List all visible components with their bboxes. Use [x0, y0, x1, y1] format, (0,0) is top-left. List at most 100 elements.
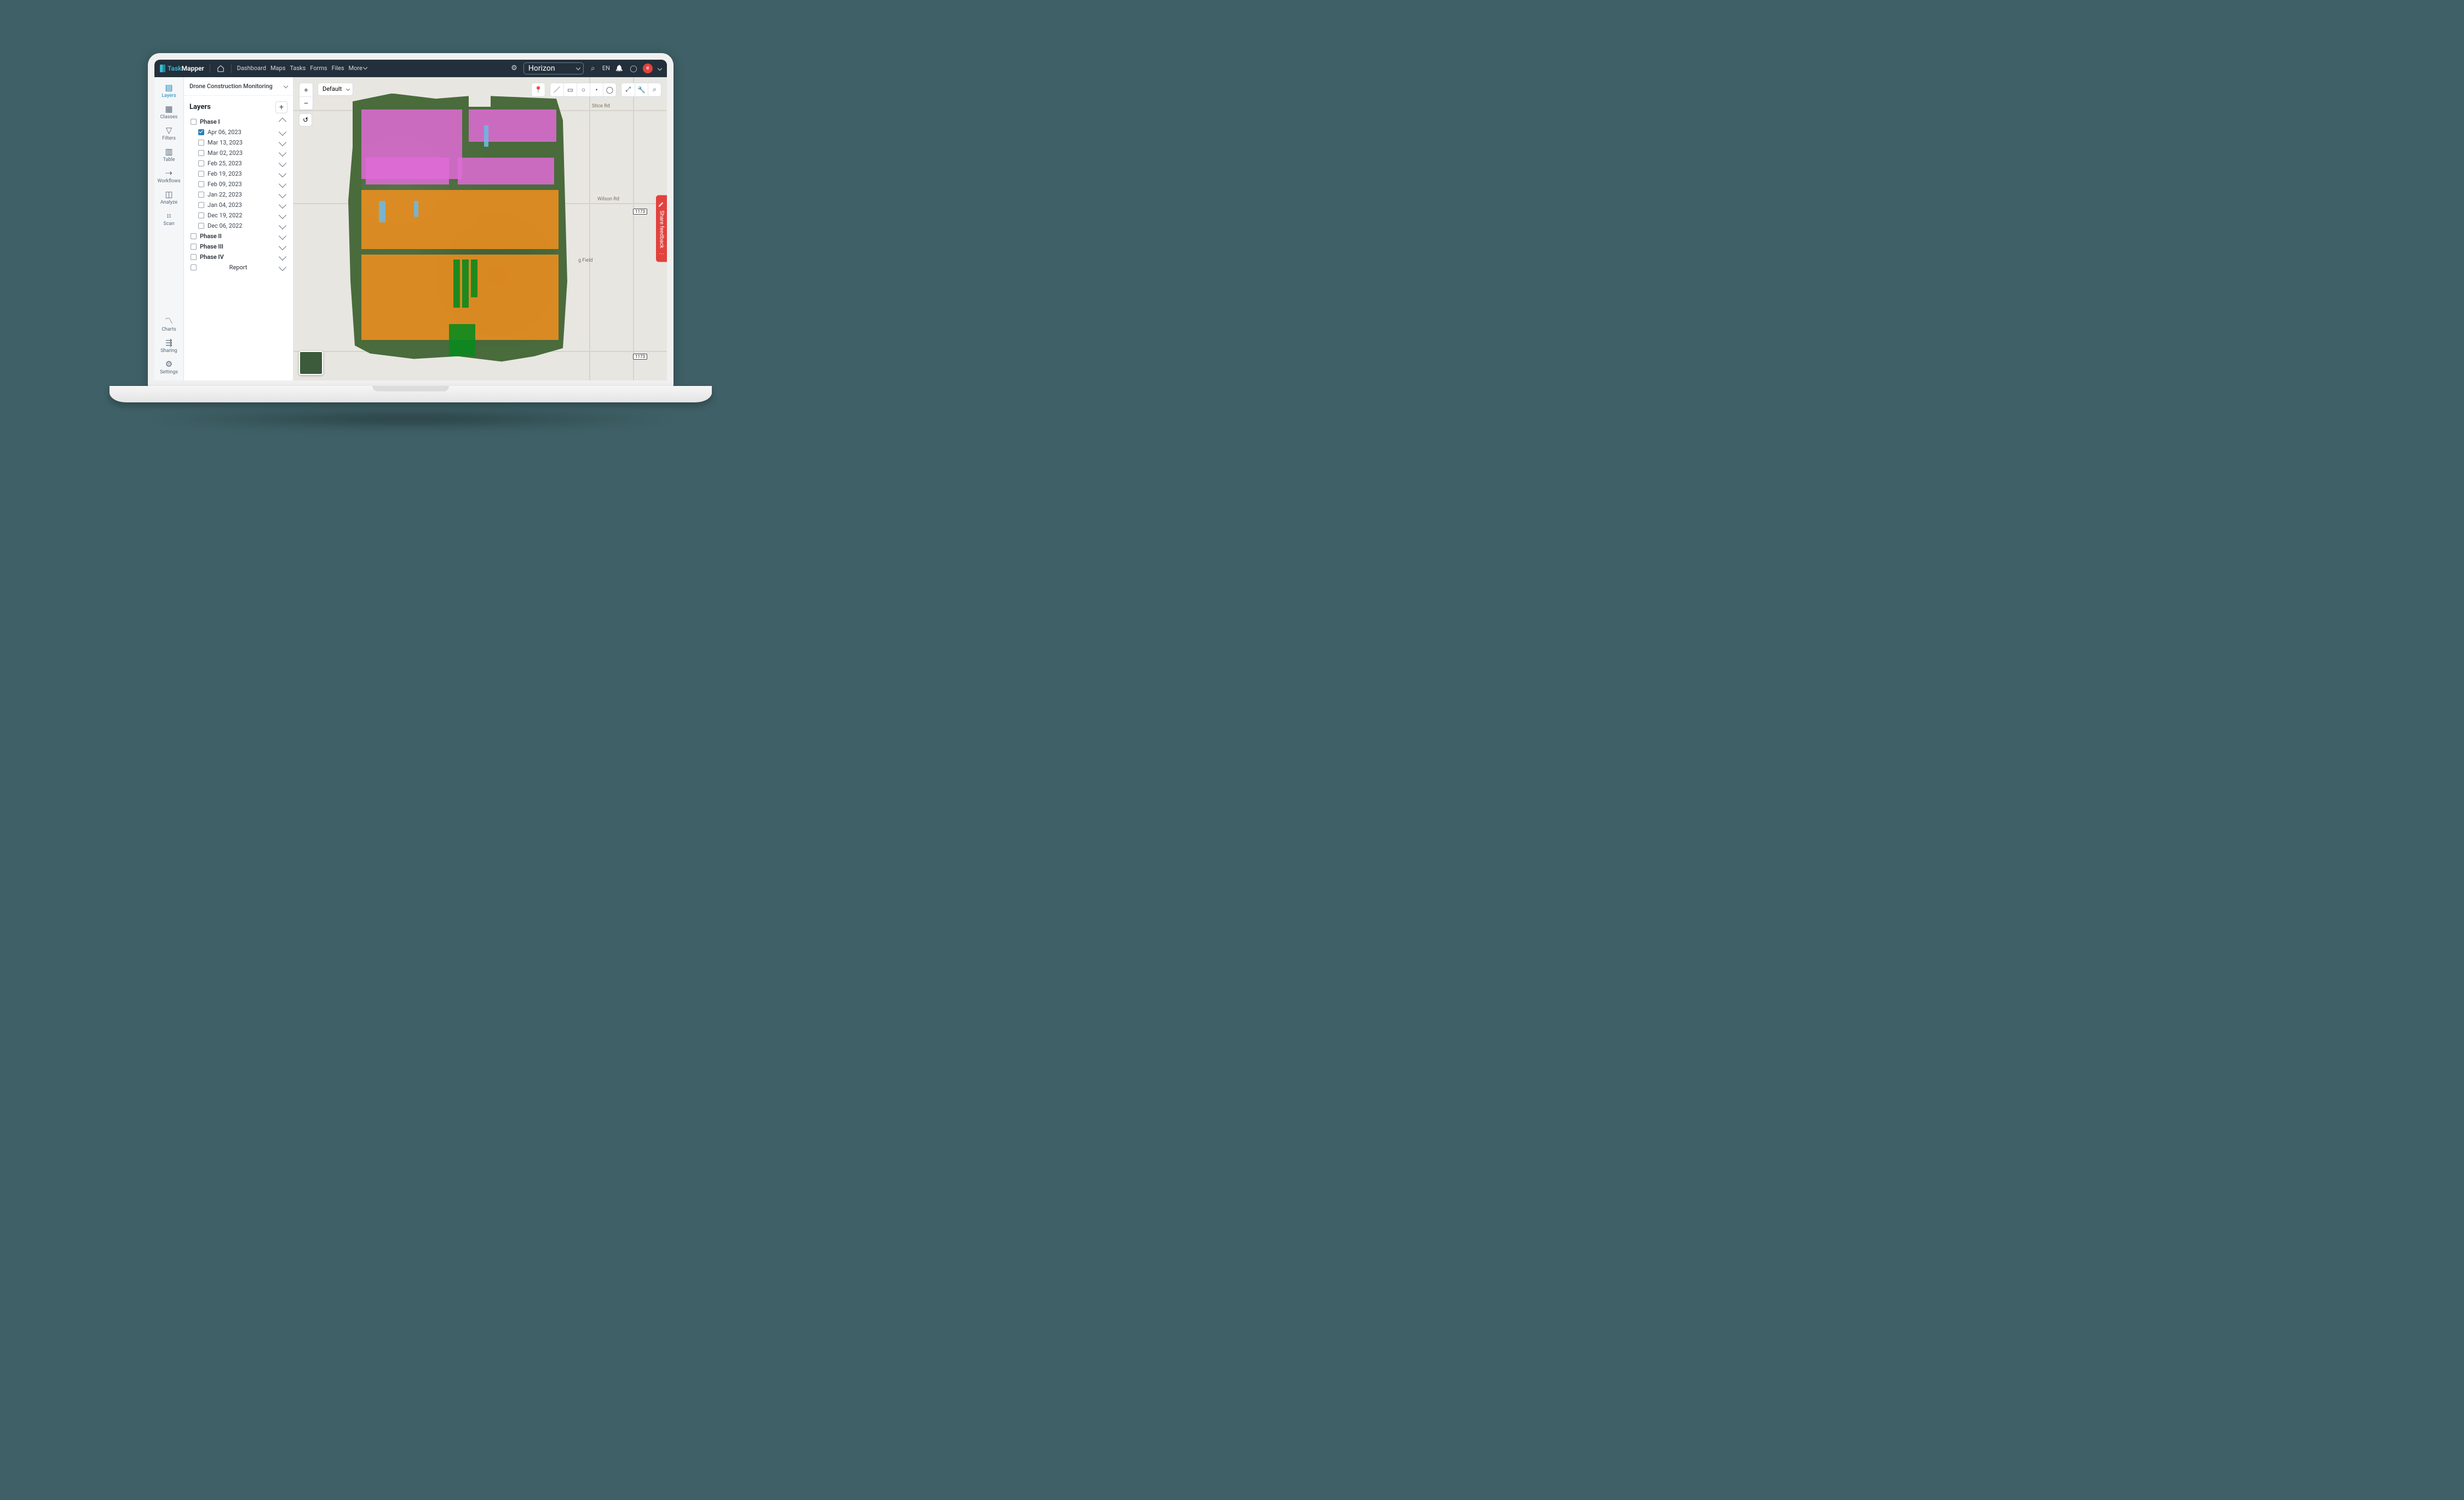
layer-date[interactable]: Apr 06, 2023	[195, 127, 290, 137]
chevron-down-icon[interactable]	[658, 66, 662, 70]
table-icon: ▥	[156, 147, 182, 157]
layer-date[interactable]: Jan 04, 2023	[195, 200, 290, 210]
measure-icon[interactable]: ⤢	[621, 83, 635, 96]
search-icon[interactable]	[588, 64, 598, 73]
topbar-right: Horizon EN e	[509, 62, 661, 74]
road-label-field: g Field	[578, 258, 593, 263]
rail-layers[interactable]: ▤Layers	[156, 80, 182, 101]
layer-phase4[interactable]: Phase IV	[187, 252, 290, 262]
nav-forms[interactable]: Forms	[310, 65, 327, 72]
zoom-out-button[interactable]: −	[300, 96, 313, 109]
aerial-overlay	[348, 94, 567, 362]
collapse-icon[interactable]	[279, 118, 286, 125]
route-badge: 1173	[633, 354, 647, 360]
app-body: ▤Layers ▦Classes ▽Filters ▥Table ⇢Workfl…	[154, 77, 667, 380]
nav-tasks[interactable]: Tasks	[290, 65, 306, 72]
route-badge: 1173	[633, 209, 647, 215]
chevron-down-icon	[284, 84, 288, 88]
nav-maps[interactable]: Maps	[270, 65, 285, 72]
screen: TaskMapper Dashboard Maps Tasks Forms Fi…	[148, 53, 673, 387]
laptop-base	[110, 386, 712, 402]
gear-icon: ⚙	[156, 359, 182, 369]
rail-settings[interactable]: ⚙Settings	[156, 357, 182, 377]
nav-files[interactable]: Files	[332, 65, 344, 72]
layer-phase3[interactable]: Phase III	[187, 241, 290, 252]
funnel-icon: ▽	[156, 125, 182, 135]
checkbox[interactable]	[191, 119, 197, 125]
project-name: Drone Construction Monitoring	[189, 83, 273, 90]
rail-filters[interactable]: ▽Filters	[156, 123, 182, 143]
home-icon[interactable]	[216, 64, 226, 73]
point-tool-icon[interactable]: •	[590, 83, 603, 96]
locate-group: 📍	[531, 83, 545, 97]
layer-date[interactable]: Mar 13, 2023	[195, 137, 290, 148]
rail-analyze[interactable]: ◫Analyze	[156, 187, 182, 207]
minimap[interactable]	[299, 351, 323, 375]
avatar[interactable]: e	[643, 64, 653, 73]
language-toggle[interactable]: EN	[602, 65, 610, 72]
search-icon[interactable]: ⌕	[648, 83, 661, 96]
layer-date[interactable]: Dec 06, 2022	[195, 221, 290, 231]
ellipse-tool-icon[interactable]: ◯	[603, 83, 616, 96]
rect-tool-icon[interactable]: ▭	[563, 83, 577, 96]
add-layer-button[interactable]: +	[275, 101, 287, 113]
layer-report[interactable]: Report	[187, 262, 290, 273]
side-rail: ▤Layers ▦Classes ▽Filters ▥Table ⇢Workfl…	[154, 77, 184, 380]
feedback-label: Share feedback	[659, 210, 665, 248]
share-icon: ⇶	[156, 338, 182, 348]
bell-icon[interactable]	[614, 64, 624, 73]
rail-workflows[interactable]: ⇢Workflows	[156, 166, 182, 186]
chevron-down-icon	[346, 86, 350, 90]
scan-icon: ⌗	[156, 211, 182, 221]
layer-date[interactable]: Feb 09, 2023	[195, 179, 290, 189]
chat-icon[interactable]	[629, 64, 638, 73]
layer-date[interactable]: Mar 02, 2023	[195, 148, 290, 158]
map-canvas[interactable]: Stice Rd Wilson Rd g Field 1173 1173	[293, 77, 667, 380]
wrench-icon[interactable]: 🔧	[635, 83, 648, 96]
logo-text-b: Mapper	[182, 65, 204, 72]
topbar: TaskMapper Dashboard Maps Tasks Forms Fi…	[154, 60, 667, 77]
rail-charts[interactable]: 〽Charts	[156, 313, 182, 334]
zoom-in-button[interactable]: +	[300, 83, 313, 96]
layer-phase1[interactable]: Phase I	[187, 117, 290, 127]
logo-text: TaskMapper	[168, 65, 204, 72]
nav-dashboard[interactable]: Dashboard	[237, 65, 266, 72]
gear-icon[interactable]	[509, 64, 519, 73]
map-style-select[interactable]: Default	[318, 83, 353, 96]
phase1-dates: Apr 06, 2023 Mar 13, 2023 Mar 02, 2023 F…	[187, 127, 290, 231]
layer-date[interactable]: Feb 25, 2023	[195, 158, 290, 169]
draw-tools: ／ ▭ ○ • ◯	[550, 83, 617, 97]
laptop-frame: TaskMapper Dashboard Maps Tasks Forms Fi…	[142, 53, 679, 447]
nav-more[interactable]: More	[349, 65, 367, 72]
pin-icon[interactable]: 📍	[532, 83, 545, 96]
layer-date[interactable]: Jan 22, 2023	[195, 189, 290, 200]
project-selector[interactable]: Drone Construction Monitoring	[184, 77, 293, 96]
road-label-stice: Stice Rd	[592, 103, 610, 109]
rail-table[interactable]: ▥Table	[156, 145, 182, 165]
workflow-icon: ⇢	[156, 168, 182, 178]
rail-scan[interactable]: ⌗Scan	[156, 209, 182, 229]
line-tool-icon[interactable]: ／	[550, 83, 563, 96]
layer-date[interactable]: Dec 19, 2022	[195, 210, 290, 221]
divider	[231, 64, 232, 73]
chevron-down-icon	[363, 65, 367, 70]
laptop-shadow	[142, 408, 679, 430]
logo-text-a: Task	[168, 65, 182, 72]
map-style-label: Default	[323, 85, 342, 93]
app-logo[interactable]: TaskMapper	[160, 65, 204, 72]
workspace-selector[interactable]: Horizon	[523, 62, 584, 74]
road-label-wilson: Wilson Rd	[597, 197, 619, 202]
rail-sharing[interactable]: ⇶Sharing	[156, 336, 182, 356]
circle-tool-icon[interactable]: ○	[577, 83, 590, 96]
layer-date[interactable]: Feb 19, 2023	[195, 169, 290, 179]
layer-phase2[interactable]: Phase II	[187, 231, 290, 241]
pencil-icon	[658, 200, 665, 207]
dots-icon: ⋮	[659, 251, 665, 257]
share-feedback-button[interactable]: Share feedback ⋮	[656, 195, 667, 262]
rail-classes[interactable]: ▦Classes	[156, 102, 182, 122]
layers-title: Layers	[189, 103, 211, 111]
zoom-control: + −	[299, 83, 313, 110]
layers-panel: Drone Construction Monitoring Layers + P…	[184, 77, 293, 380]
grid-icon: ▦	[156, 104, 182, 114]
reset-view-button[interactable]: ↺	[299, 113, 312, 126]
